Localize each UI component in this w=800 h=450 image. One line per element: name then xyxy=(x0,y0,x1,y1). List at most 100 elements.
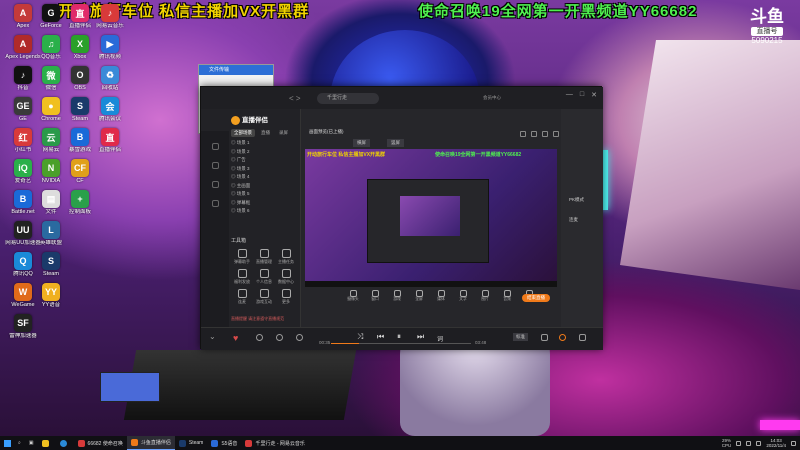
scene-item[interactable]: ◎ 场景 5 xyxy=(231,190,299,199)
stream-preview[interactable]: 开动旅行车位 私信主播加VX开黑群 使命召唤19全网第一开黑频道YY66682 xyxy=(305,149,557,287)
taskbar-app[interactable]: Steam xyxy=(175,436,207,450)
notification-icon[interactable] xyxy=(791,440,796,446)
queue-icon[interactable] xyxy=(579,334,586,341)
nav-arrows[interactable]: < > xyxy=(289,94,301,103)
volume-icon[interactable] xyxy=(559,334,566,341)
download-icon[interactable] xyxy=(256,334,263,341)
tab-live[interactable]: 直播 xyxy=(258,129,273,137)
desktop-icon[interactable]: CF CF xyxy=(62,159,98,184)
lock-icon[interactable] xyxy=(531,131,537,137)
share-song-icon[interactable] xyxy=(296,334,303,341)
scene-item[interactable]: ◎ 主画面 xyxy=(231,182,299,191)
minimize-button[interactable]: — xyxy=(566,91,573,99)
collapse-chevron-icon[interactable]: ⌄ xyxy=(209,332,216,341)
source-tool[interactable]: 全屏 xyxy=(409,290,429,302)
scene-item[interactable]: ◎ 场景 6 xyxy=(231,207,299,216)
taskbar-app-icon xyxy=(178,439,186,447)
player-progress[interactable] xyxy=(331,343,471,344)
source-tool[interactable]: 音频 xyxy=(497,290,517,302)
edge-icon[interactable] xyxy=(56,436,74,450)
scene-item[interactable]: ◎ 场景 4 xyxy=(231,173,299,182)
ime-icon[interactable] xyxy=(756,440,762,446)
tab-record[interactable]: 录屏 xyxy=(276,129,291,137)
scene-item[interactable]: ◎ 广告 xyxy=(231,156,299,165)
playlist-icon[interactable] xyxy=(541,334,548,341)
scene-item[interactable]: ◎ 场景 1 xyxy=(231,139,299,148)
comment-icon[interactable] xyxy=(276,334,283,341)
toolbox-item[interactable]: 更多 xyxy=(275,289,297,305)
scene-item[interactable]: ◎ 场景 3 xyxy=(231,165,299,174)
desktop-icon-label: CF xyxy=(76,178,84,184)
player-time-total: 03:48 xyxy=(475,340,487,345)
shuffle-icon[interactable]: ⤨ xyxy=(357,332,363,342)
tab-landscape[interactable]: 横屏 xyxy=(353,139,370,147)
taskbar-search-icon[interactable]: ⌕ xyxy=(14,436,25,450)
close-button[interactable]: ✕ xyxy=(591,91,597,99)
network-icon[interactable] xyxy=(736,440,742,446)
system-clock[interactable]: 14:03 2022/11/4 xyxy=(766,438,786,449)
scene-item[interactable]: ◎ 弹幕框 xyxy=(231,199,299,208)
quality-badge[interactable]: 标准 xyxy=(513,333,528,341)
lyrics-icon[interactable]: 词 xyxy=(437,334,443,343)
desktop-icon[interactable]: ▶ 腾讯视频 xyxy=(92,35,128,60)
fullscreen-icon[interactable] xyxy=(520,131,526,137)
desktop-icon[interactable]: ♪ 网易云音乐 xyxy=(92,4,128,29)
taskbar-app[interactable]: 66682 使命召唤 xyxy=(74,436,127,450)
next-track-icon[interactable]: ⏭ xyxy=(417,332,424,342)
source-tool[interactable]: 游戏 xyxy=(387,290,407,302)
desktop-icon[interactable]: L 英雄联盟 xyxy=(33,221,69,246)
file-explorer-icon[interactable] xyxy=(38,436,56,450)
toolbox-item[interactable]: 连麦 xyxy=(231,289,253,305)
start-button[interactable] xyxy=(0,436,14,450)
desktop-icon[interactable]: ♻ 回收站 xyxy=(92,66,128,91)
share-icon[interactable] xyxy=(553,131,559,137)
source-tool[interactable]: 媒体 xyxy=(431,290,451,302)
scene-item[interactable]: ◎ 场景 2 xyxy=(231,148,299,157)
app-icon: O xyxy=(71,66,89,84)
source-tool[interactable]: 摄像头 xyxy=(343,290,363,302)
toolbox-item[interactable]: 直播管理 xyxy=(253,249,275,265)
pause-icon[interactable]: ⏸ xyxy=(397,332,401,342)
preview-overlay-right: 使命召唤19全网第一开黑频道YY66682 xyxy=(435,152,522,158)
toolbox-item[interactable]: 数据中心 xyxy=(275,269,297,285)
tab-portrait[interactable]: 竖屏 xyxy=(387,139,404,147)
toolbox-item[interactable]: 福利发放 xyxy=(231,269,253,285)
link-mic-link[interactable]: 连麦 xyxy=(569,217,578,223)
prev-track-icon[interactable]: ⏮ xyxy=(377,332,384,342)
task-view-icon[interactable]: ▣ xyxy=(25,436,38,450)
chat-icon[interactable] xyxy=(211,181,219,188)
home-icon[interactable] xyxy=(211,143,219,150)
search-input[interactable]: 千里行走 xyxy=(317,93,379,104)
source-tool[interactable]: 文字 xyxy=(453,290,473,302)
tab-all-scenes[interactable]: 全部场景 xyxy=(231,129,255,137)
toolbox-item[interactable]: 个人信息 xyxy=(253,269,275,285)
tool-icon xyxy=(281,249,291,258)
desktop-icon[interactable]: SF 雷神加速器 xyxy=(5,314,41,339)
heart-icon[interactable]: ♥ xyxy=(233,333,238,343)
desktop-icon[interactable]: S Steam xyxy=(33,252,69,277)
taskbar-app[interactable]: 斗鱼直播伴侣 xyxy=(126,436,175,450)
toolbox-item[interactable]: 主播任务 xyxy=(275,249,297,265)
maximize-button[interactable]: □ xyxy=(580,91,584,99)
source-tool-label: 图片 xyxy=(481,297,489,301)
taskbar-app[interactable]: 千里行走 - 网易云音乐 xyxy=(241,436,308,450)
preview-header: 画面预览(已上播) 横屏 竖屏 xyxy=(305,109,561,149)
settings-icon[interactable] xyxy=(211,200,219,207)
end-live-button[interactable]: 结束直播 xyxy=(522,294,550,302)
desktop-icon[interactable]: 会腾讯会议 xyxy=(92,97,128,122)
toolbox-item[interactable]: 游戏互动 xyxy=(253,289,275,305)
app-icon: UU xyxy=(14,221,32,239)
taskbar-app[interactable]: S5语音 xyxy=(207,436,241,450)
desktop-icon[interactable]: YY YY语音 xyxy=(33,283,69,308)
vip-center-link[interactable]: 会员中心 xyxy=(483,95,501,101)
volume-tray-icon[interactable] xyxy=(746,440,752,446)
source-tool[interactable]: 窗口 xyxy=(365,290,385,302)
desktop-icon[interactable]: + 控制面板 xyxy=(62,190,98,215)
source-tool[interactable]: 图片 xyxy=(475,290,495,302)
camera-icon[interactable] xyxy=(542,131,548,137)
toolbox-item[interactable]: 弹幕助手 xyxy=(231,249,253,265)
scene-icon[interactable] xyxy=(211,162,219,169)
pk-mode-link[interactable]: PK模式 xyxy=(569,197,584,203)
app-icon: A xyxy=(14,4,32,22)
desktop-icon[interactable]: 直直播伴侣 xyxy=(92,128,128,153)
